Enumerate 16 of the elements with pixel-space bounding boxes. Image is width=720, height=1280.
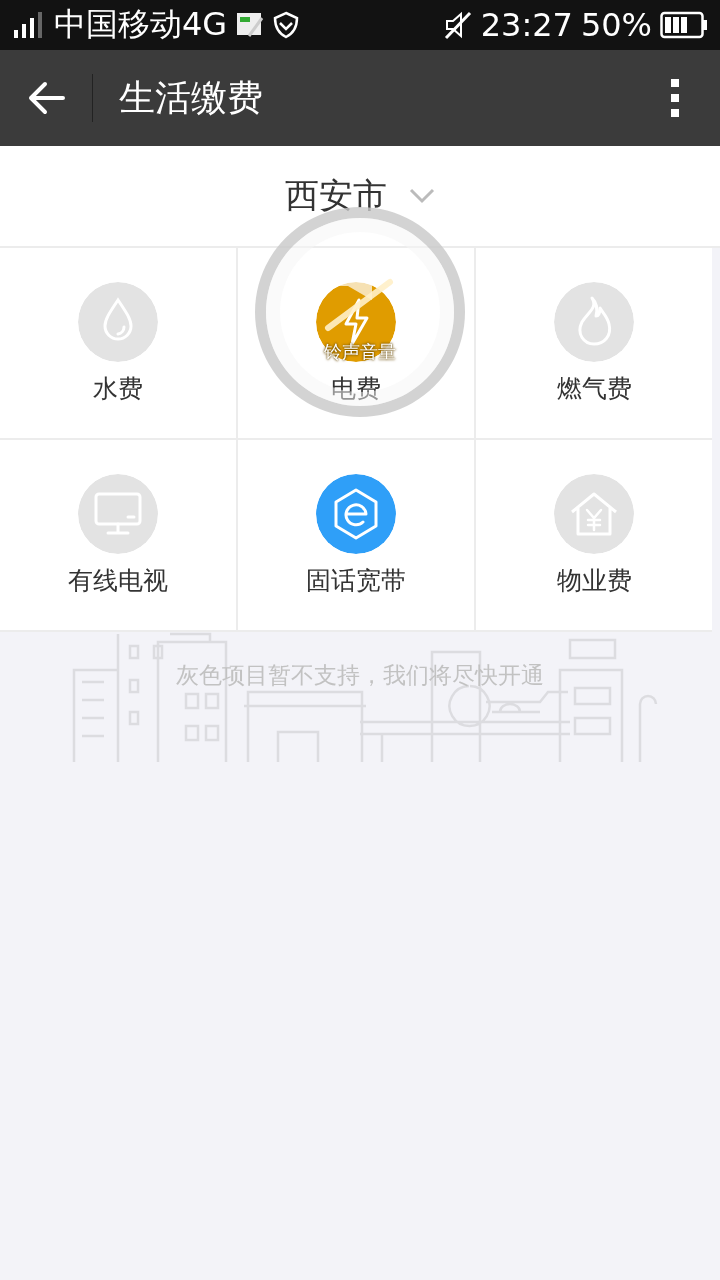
carrier-name: 中国移动4G — [54, 4, 228, 45]
service-tile[interactable]: 有线电视 — [0, 440, 236, 630]
battery-percent: 50% — [580, 6, 652, 44]
clock: 23:27 — [480, 6, 573, 44]
chevron-down-icon — [409, 188, 435, 204]
back-arrow-icon — [27, 81, 65, 115]
page-title: 生活缴费 — [119, 75, 264, 120]
shield-icon — [273, 11, 300, 39]
service-tile[interactable]: 水费 — [0, 248, 236, 438]
more-icon — [670, 78, 680, 118]
service-tile[interactable]: 燃气费 — [476, 248, 712, 438]
service-tile[interactable]: 物业费 — [476, 440, 712, 630]
city-selector[interactable]: 西安市 — [285, 173, 435, 219]
battery-icon — [660, 11, 708, 39]
service-tile[interactable]: 固话宽带 — [238, 440, 474, 630]
mute-icon — [442, 10, 473, 40]
